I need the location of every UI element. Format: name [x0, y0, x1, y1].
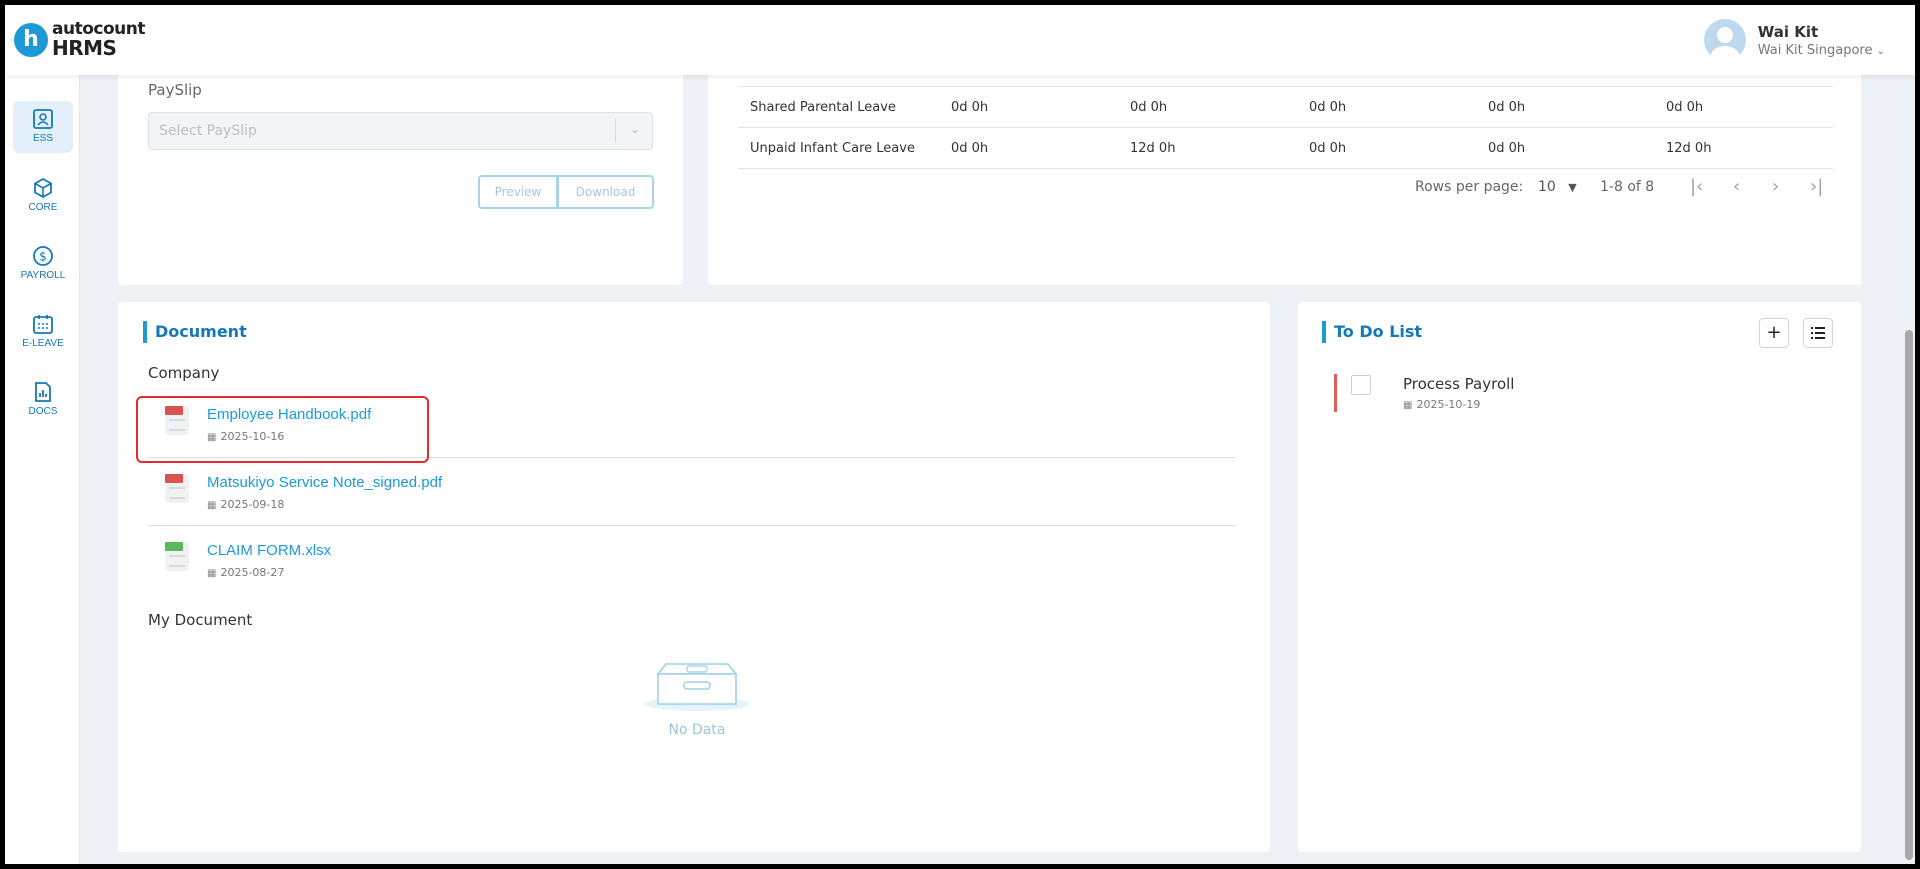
empty-box-icon	[645, 663, 749, 711]
calendar-icon	[33, 315, 53, 334]
user-menu[interactable]: Wai Kit Wai Kit Singapore ⌄	[1703, 19, 1885, 61]
sidebar-item-docs[interactable]: DOCS	[13, 374, 73, 426]
top-header: h autocount HRMS Wai Kit Wai Kit Singapo…	[5, 5, 1915, 75]
plus-icon: +	[1766, 322, 1782, 343]
leave-cell: 0d 0h	[1130, 100, 1168, 115]
leave-cell: 12d 0h	[1130, 141, 1176, 156]
app-logo[interactable]: h autocount HRMS	[14, 21, 145, 58]
leave-cell: 0d 0h	[1488, 100, 1526, 115]
todo-item-title[interactable]: Process Payroll	[1403, 375, 1514, 393]
calendar-icon: ▦	[207, 568, 217, 579]
calendar-icon: ▦	[1403, 400, 1413, 411]
leave-cell: 0d 0h	[1309, 100, 1347, 115]
leave-cell: 0d 0h	[951, 141, 989, 156]
list-item[interactable]: Matsukiyo Service Note_signed.pdf ▦ 2025-…	[148, 458, 1236, 526]
list-item[interactable]: CLAIM FORM.xlsx ▦ 2025-08-27	[148, 526, 1236, 594]
sidebar-item-label: ESS	[32, 133, 53, 144]
document-card: Document Company Employee Handbook.pdf ▦…	[118, 302, 1270, 852]
add-todo-button[interactable]: +	[1759, 318, 1789, 348]
table-row: Shared Parental Leave 0d 0h 0d 0h 0d 0h …	[738, 87, 1833, 128]
download-button[interactable]: Download	[558, 175, 654, 209]
todo-checkbox[interactable]	[1351, 375, 1371, 395]
user-company: Wai Kit Singapore	[1757, 42, 1873, 58]
document-link[interactable]: Matsukiyo Service Note_signed.pdf	[207, 474, 442, 491]
calendar-icon: ▦	[207, 500, 217, 511]
todo-item-date: 2025-10-19	[1416, 398, 1481, 411]
priority-bar	[1334, 374, 1337, 412]
sidebar-item-label: E-LEAVE	[22, 338, 64, 349]
user-name: Wai Kit	[1757, 22, 1819, 41]
todo-card: To Do List + Process Payroll ▦ 2025-10-19	[1298, 302, 1861, 852]
leave-cell: 12d 0h	[1666, 141, 1712, 156]
sidebar-item-label: DOCS	[28, 406, 58, 417]
list-icon	[1811, 327, 1825, 339]
document-date: 2025-09-18	[220, 498, 285, 511]
sidebar-item-label: CORE	[28, 202, 58, 213]
pagination-range: 1-8 of 8	[1600, 179, 1655, 195]
payslip-select[interactable]: Select PaySlip ⌄	[148, 112, 653, 150]
rows-per-page-value: 10	[1538, 179, 1556, 195]
sidebar: ESS CORE $ PAYROLL E-LEAVE DOCS	[5, 75, 80, 864]
leave-type-name: Shared Parental Leave	[750, 100, 896, 115]
document-link[interactable]: CLAIM FORM.xlsx	[207, 542, 331, 559]
payroll-icon: $	[33, 246, 53, 266]
rows-per-page-select[interactable]: 10 ▼	[1538, 179, 1577, 195]
payslip-label: PaySlip	[148, 81, 202, 99]
table-row: Unpaid Infant Care Leave 0d 0h 12d 0h 0d…	[738, 128, 1833, 169]
leave-cell: 0d 0h	[1488, 141, 1526, 156]
leave-cell: 0d 0h	[1309, 141, 1347, 156]
no-data-text: No Data	[668, 722, 726, 738]
payslip-actions: Preview Download	[478, 175, 654, 209]
list-view-button[interactable]	[1803, 318, 1833, 348]
sidebar-item-core[interactable]: CORE	[13, 170, 73, 222]
logo-product-text: HRMS	[52, 36, 117, 60]
empty-state: No Data	[642, 662, 752, 738]
company-docs-label: Company	[148, 364, 220, 382]
svg-text:$: $	[39, 250, 47, 264]
first-page-icon[interactable]: |‹	[1690, 176, 1703, 197]
prev-page-icon[interactable]: ‹	[1733, 176, 1740, 197]
logo-badge-icon: h	[14, 22, 48, 57]
ess-icon	[33, 109, 53, 129]
avatar[interactable]	[1703, 19, 1746, 61]
app-frame: h autocount HRMS Wai Kit Wai Kit Singapo…	[5, 5, 1915, 864]
caret-down-icon: ▼	[1568, 181, 1577, 194]
next-page-icon[interactable]: ›	[1772, 176, 1779, 197]
chevron-down-icon[interactable]: ⌄	[630, 122, 640, 136]
payslip-placeholder: Select PaySlip	[159, 123, 257, 139]
preview-button[interactable]: Preview	[478, 175, 558, 209]
sidebar-item-label: PAYROLL	[20, 270, 66, 281]
rows-per-page-label: Rows per page:	[1415, 179, 1524, 195]
xlsx-file-icon	[165, 542, 189, 571]
chevron-down-icon[interactable]: ⌄	[1877, 46, 1885, 57]
page-scrollbar[interactable]	[1905, 330, 1913, 860]
leave-cell: 0d 0h	[1666, 100, 1704, 115]
selection-highlight	[136, 396, 429, 463]
my-document-label: My Document	[148, 611, 253, 629]
leave-type-name: Unpaid Infant Care Leave	[750, 141, 915, 156]
core-icon	[34, 177, 52, 199]
leave-cell: 0d 0h	[951, 100, 989, 115]
document-date: 2025-08-27	[220, 566, 285, 579]
sidebar-item-ess[interactable]: ESS	[13, 101, 73, 153]
leave-summary-card: Shared Parental Leave 0d 0h 0d 0h 0d 0h …	[708, 75, 1861, 285]
pdf-file-icon	[165, 474, 189, 503]
sidebar-item-eleave[interactable]: E-LEAVE	[13, 306, 73, 358]
todo-title: To Do List	[1322, 321, 1422, 343]
last-page-icon[interactable]: ›|	[1810, 176, 1823, 197]
docs-icon	[35, 382, 51, 402]
document-title: Document	[143, 321, 247, 343]
payslip-card: PaySlip Select PaySlip ⌄ Preview Downloa…	[118, 75, 683, 285]
sidebar-item-payroll[interactable]: $ PAYROLL	[13, 238, 73, 290]
